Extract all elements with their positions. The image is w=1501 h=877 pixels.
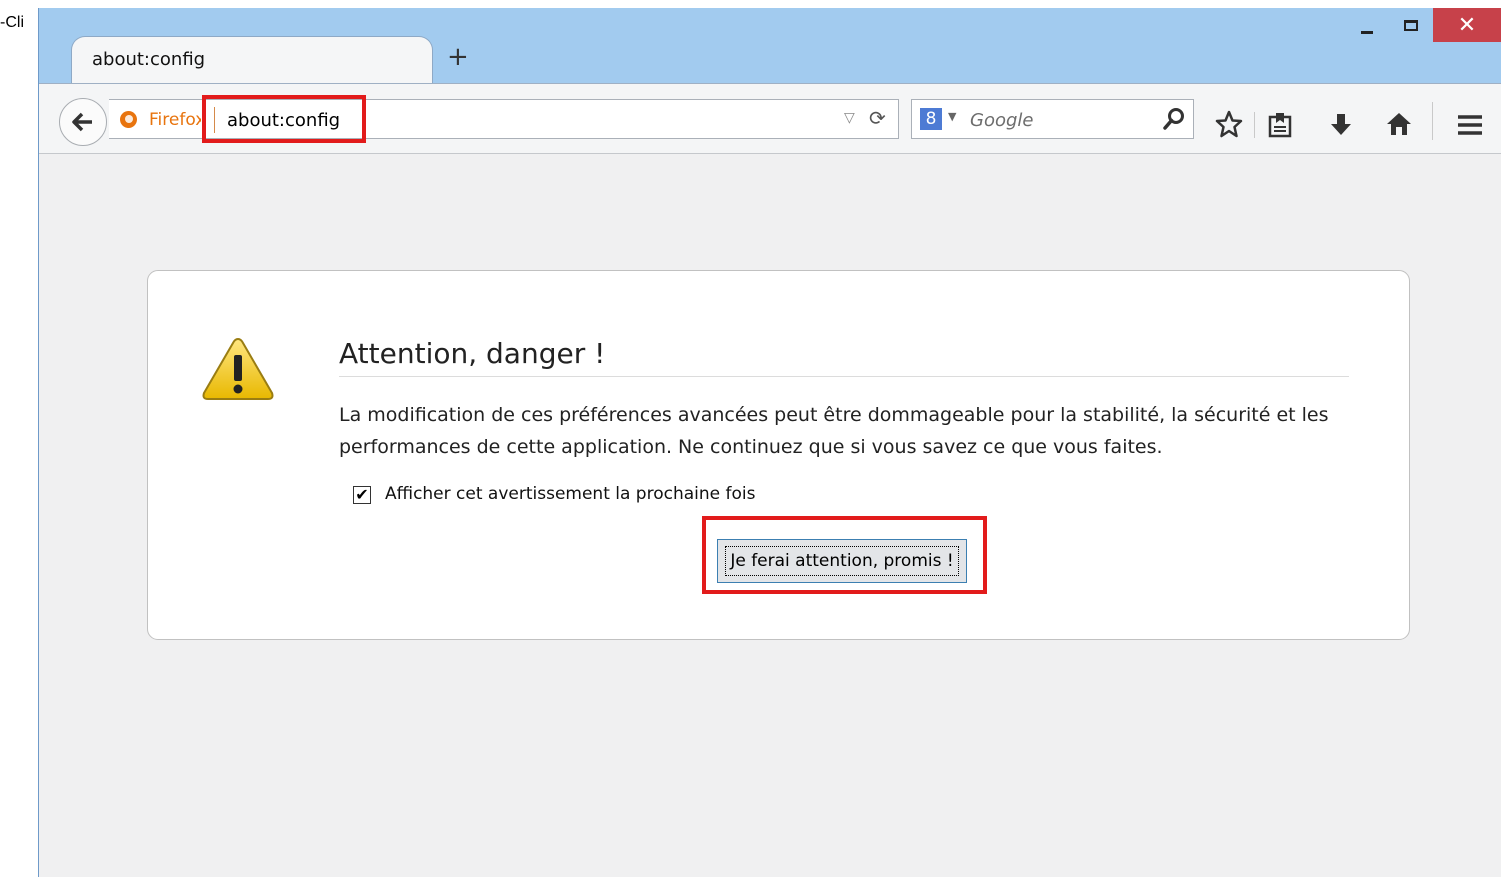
- tab-about-config[interactable]: about:config: [71, 36, 433, 86]
- accept-risk-label: Je ferai attention, promis !: [725, 546, 959, 576]
- side-annotation-text: -Cli: [0, 14, 24, 31]
- minimize-button[interactable]: [1345, 8, 1389, 42]
- warning-message: La modification de ces préférences avanc…: [339, 404, 1329, 458]
- back-button[interactable]: [59, 98, 107, 146]
- url-separator: [214, 107, 215, 133]
- warning-icon: [202, 337, 274, 400]
- firefox-icon: [120, 111, 137, 128]
- maximize-button[interactable]: [1389, 8, 1433, 42]
- search-icon[interactable]: [1162, 106, 1186, 132]
- url-bar[interactable]: Firefox about:config ▽ ⟳: [109, 99, 899, 139]
- tab-title: about:config: [92, 49, 206, 70]
- new-tab-button[interactable]: +: [447, 44, 469, 70]
- home-icon[interactable]: [1385, 111, 1413, 137]
- toolbar-divider: [1254, 112, 1255, 138]
- engine-dropdown-icon[interactable]: ▼: [948, 110, 956, 123]
- reload-icon[interactable]: ⟳: [869, 106, 886, 130]
- checkmark-icon: ✔: [355, 485, 369, 504]
- search-bar[interactable]: 8 ▼ Google: [911, 99, 1194, 139]
- maximize-icon: [1404, 19, 1418, 31]
- search-placeholder: Google: [970, 110, 1034, 131]
- menu-hamburger-icon[interactable]: [1456, 114, 1484, 136]
- close-icon: ✕: [1457, 12, 1477, 38]
- navigation-toolbar: Firefox about:config ▽ ⟳ 8 ▼ Google: [39, 83, 1501, 154]
- history-dropdown-icon[interactable]: ▽: [844, 110, 855, 126]
- accept-risk-button[interactable]: Je ferai attention, promis !: [717, 539, 967, 583]
- bookmarks-menu-icon[interactable]: [1267, 112, 1293, 138]
- minimize-icon: [1361, 30, 1373, 34]
- toolbar-divider: [1432, 102, 1433, 140]
- identity-label[interactable]: Firefox: [149, 110, 201, 130]
- url-text[interactable]: about:config: [227, 110, 340, 131]
- back-arrow-icon: [72, 112, 92, 132]
- show-warning-label[interactable]: Afficher cet avertissement la prochaine …: [385, 484, 755, 504]
- bookmark-star-icon[interactable]: [1215, 110, 1243, 138]
- browser-window: about:config + ✕ Firefox about:config ▽ …: [38, 8, 1501, 877]
- show-warning-checkbox[interactable]: ✔: [353, 486, 371, 504]
- warning-title: Attention, danger !: [339, 337, 1349, 377]
- download-icon[interactable]: [1329, 112, 1353, 138]
- title-bar: about:config + ✕: [39, 8, 1501, 86]
- close-button[interactable]: ✕: [1433, 8, 1501, 42]
- warning-card: Attention, danger ! La modification de c…: [147, 270, 1410, 640]
- google-engine-icon[interactable]: 8: [920, 108, 942, 130]
